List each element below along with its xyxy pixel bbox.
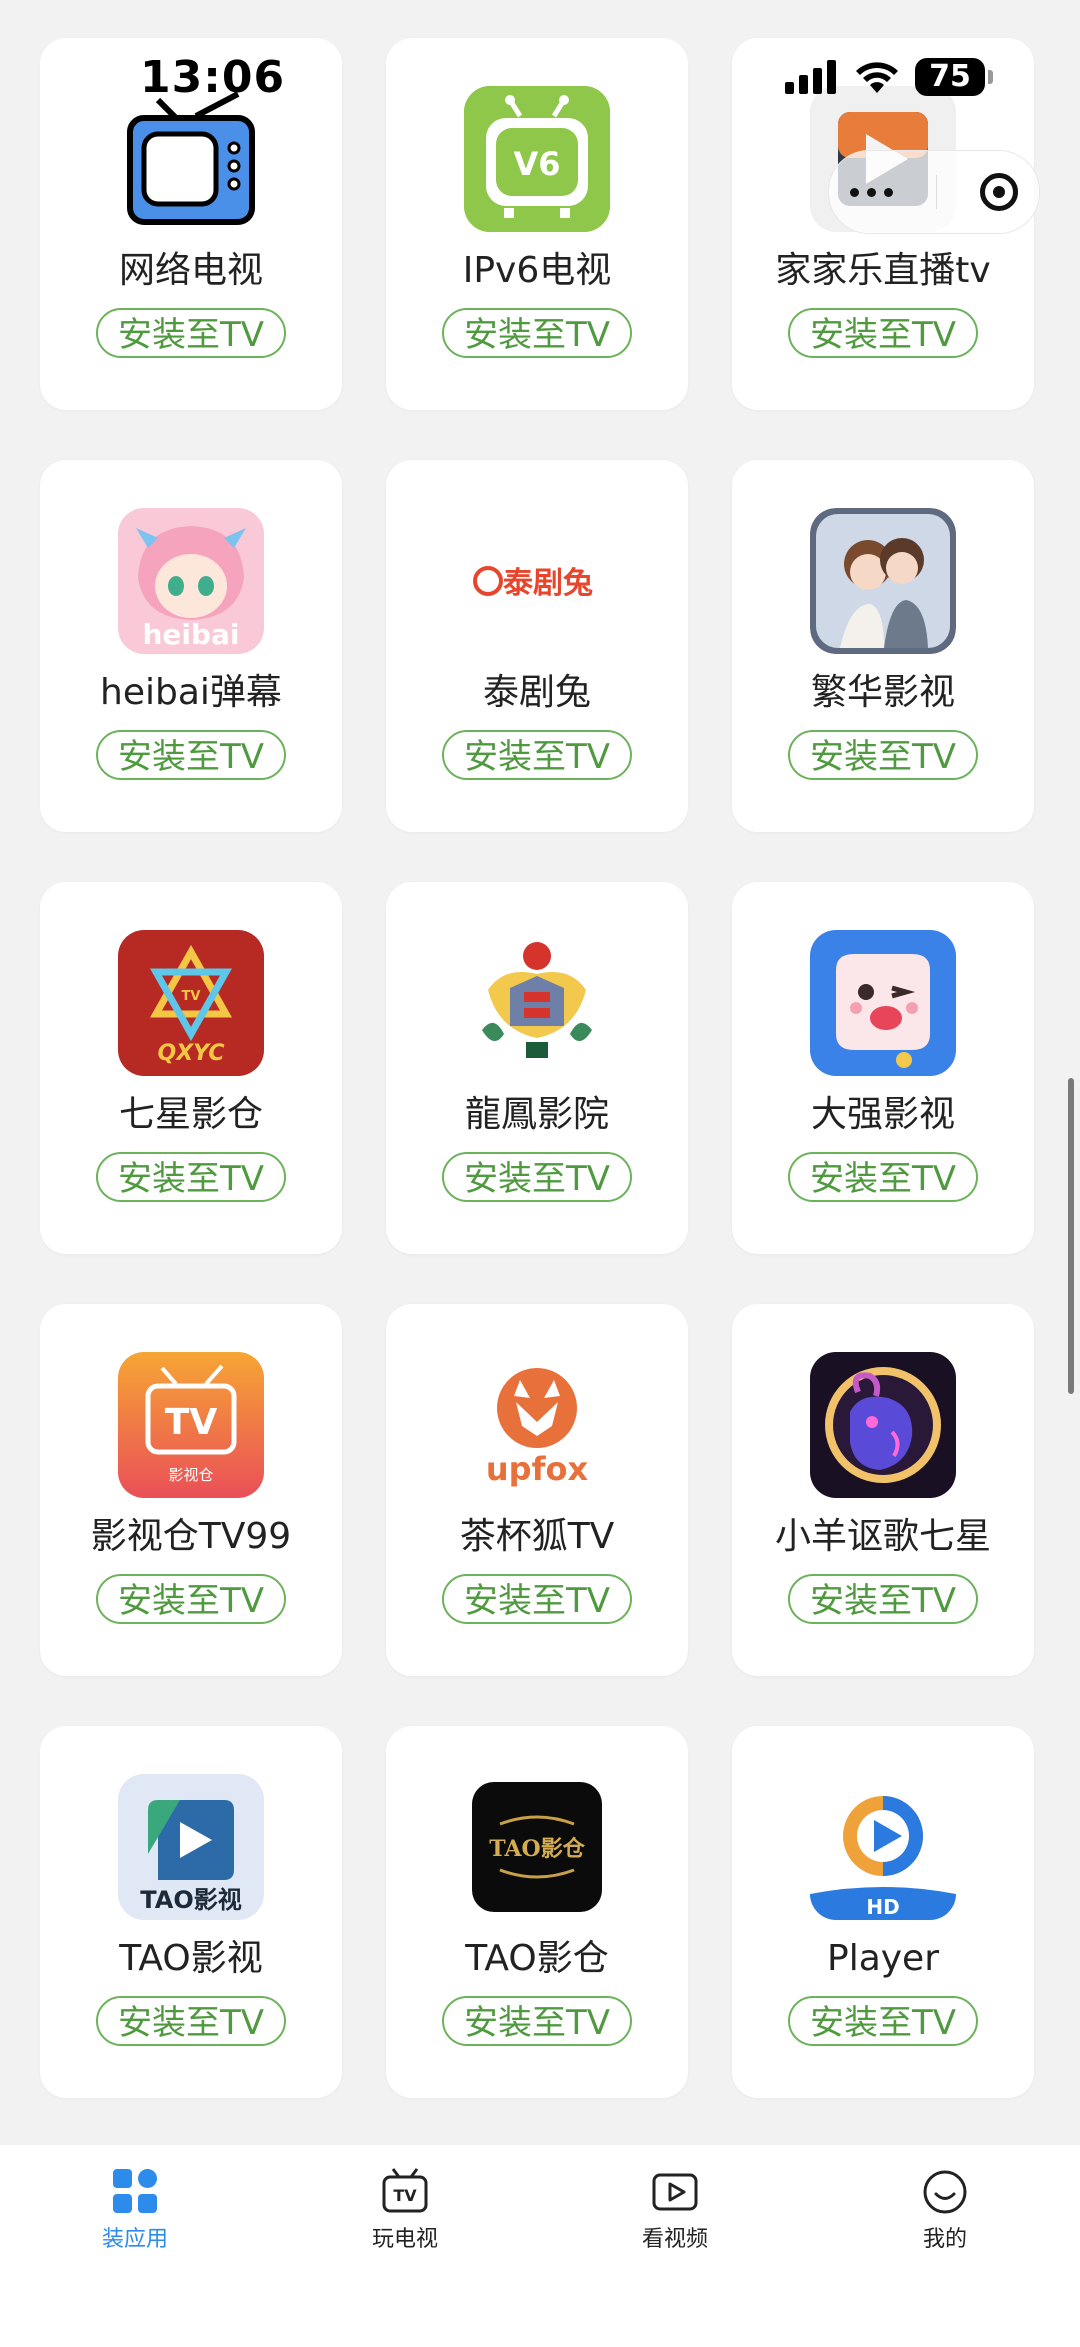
star-logo-icon: TV QXYC	[118, 930, 264, 1076]
svg-text:V6: V6	[513, 145, 560, 183]
svg-text:TAO影视: TAO影视	[140, 1886, 241, 1914]
mini-program-capsule	[828, 150, 1040, 234]
install-to-tv-button[interactable]: 安装至TV	[96, 1152, 286, 1202]
app-name: 繁华影视	[810, 672, 955, 713]
svg-text:泰剧兔: 泰剧兔	[503, 566, 593, 601]
tao-play-icon: TAO影视	[118, 1774, 264, 1920]
tv-icon: TV	[382, 2168, 428, 2213]
install-to-tv-button[interactable]: 安装至TV	[788, 308, 978, 358]
app-name: IPv6电视	[462, 250, 612, 291]
install-to-tv-button[interactable]: 安装至TV	[442, 1574, 632, 1624]
thai-drama-logo-icon: 泰剧兔	[464, 508, 610, 654]
app-grid: 网络电视 安装至TV V6 IPv6电视 安装至TV 家家乐直播tv 安装至TV…	[40, 38, 1040, 2098]
svg-text:TV: TV	[182, 989, 201, 1004]
install-to-tv-button[interactable]: 安装至TV	[442, 308, 632, 358]
app-name: 家家乐直播tv	[775, 250, 991, 291]
tab-watch-video[interactable]: 看视频	[540, 2145, 810, 2347]
app-name: 大强影视	[810, 1094, 955, 1135]
app-name: Player	[826, 1938, 940, 1979]
scrollbar[interactable]	[1068, 1078, 1074, 1394]
app-card[interactable]: HD Player 安装至TV	[732, 1726, 1034, 2098]
app-name: 网络电视	[118, 250, 263, 291]
video-play-icon	[652, 2173, 698, 2211]
svg-text:upfox: upfox	[486, 1450, 589, 1488]
app-card[interactable]: TV 影视仓 影视仓TV99 安装至TV	[40, 1304, 342, 1676]
app-card[interactable]: TAO影视 TAO影视 安装至TV	[40, 1726, 342, 2098]
svg-text:TV: TV	[165, 1402, 218, 1443]
bottom-tab-bar: 装应用 TV 玩电视 看视频 我的	[0, 2145, 1080, 2347]
app-card[interactable]: 龍鳳影院 安装至TV	[386, 882, 688, 1254]
app-card[interactable]: 繁华影视 安装至TV	[732, 460, 1034, 832]
app-card[interactable]: TV QXYC 七星影仓 安装至TV	[40, 882, 342, 1254]
app-card[interactable]: V6 IPv6电视 安装至TV	[386, 38, 688, 410]
cartoon-cube-icon	[810, 930, 956, 1076]
dragon-phoenix-icon	[464, 930, 610, 1076]
retro-tv-icon	[118, 86, 264, 232]
tab-install-apps[interactable]: 装应用	[0, 2145, 270, 2347]
tab-label: 玩电视	[371, 2227, 438, 2252]
tab-play-tv[interactable]: TV 玩电视	[270, 2145, 540, 2347]
hd-player-icon: HD	[810, 1774, 956, 1920]
svg-text:HD: HD	[866, 1895, 899, 1919]
app-card[interactable]: TAO影仓 TAO影仓 安装至TV	[386, 1726, 688, 2098]
svg-text:影视仓: 影视仓	[168, 1466, 213, 1484]
tab-label: 我的	[922, 2227, 967, 2252]
app-card[interactable]: heibai heibai弹幕 安装至TV	[40, 460, 342, 832]
install-to-tv-button[interactable]: 安装至TV	[96, 730, 286, 780]
app-card[interactable]: upfox 茶杯狐TV 安装至TV	[386, 1304, 688, 1676]
app-name: 泰剧兔	[482, 672, 591, 713]
close-record-icon[interactable]	[979, 173, 1018, 211]
couple-illustration-icon	[810, 508, 956, 654]
tab-label: 装应用	[101, 2227, 168, 2252]
tv-warehouse-icon: TV 影视仓	[118, 1352, 264, 1498]
install-to-tv-button[interactable]: 安装至TV	[442, 1996, 632, 2046]
goat-icon	[810, 1352, 956, 1498]
app-name: 小羊讴歌七星	[774, 1516, 991, 1557]
anime-girl-icon: heibai	[118, 508, 264, 654]
app-name: 七星影仓	[118, 1094, 263, 1135]
install-to-tv-button[interactable]: 安装至TV	[96, 1574, 286, 1624]
tao-gold-icon: TAO影仓	[464, 1774, 610, 1920]
install-to-tv-button[interactable]: 安装至TV	[788, 1996, 978, 2046]
install-to-tv-button[interactable]: 安装至TV	[442, 730, 632, 780]
app-card[interactable]: 小羊讴歌七星 安装至TV	[732, 1304, 1034, 1676]
svg-text:TAO影仓: TAO影仓	[489, 1836, 585, 1862]
app-name: 茶杯狐TV	[459, 1516, 615, 1557]
svg-text:QXYC: QXYC	[158, 1041, 225, 1066]
more-options-icon[interactable]	[850, 187, 894, 197]
app-name: heibai弹幕	[100, 672, 282, 713]
install-to-tv-button[interactable]: 安装至TV	[96, 1996, 286, 2046]
app-card[interactable]: 泰剧兔 泰剧兔 安装至TV	[386, 460, 688, 832]
install-to-tv-button[interactable]: 安装至TV	[788, 1574, 978, 1624]
app-card[interactable]: 网络电视 安装至TV	[40, 38, 342, 410]
install-to-tv-button[interactable]: 安装至TV	[442, 1152, 632, 1202]
tab-mine[interactable]: 我的	[810, 2145, 1080, 2347]
app-card[interactable]: 大强影视 安装至TV	[732, 882, 1034, 1254]
install-to-tv-button[interactable]: 安装至TV	[788, 730, 978, 780]
svg-text:heibai: heibai	[142, 618, 239, 651]
app-name: TAO影视	[119, 1938, 263, 1979]
app-name: 龍鳳影院	[464, 1094, 609, 1135]
tab-label: 看视频	[641, 2227, 708, 2252]
grid-apps-icon	[113, 2169, 157, 2213]
ipv6-tv-icon: V6	[464, 86, 610, 232]
install-to-tv-button[interactable]: 安装至TV	[96, 308, 286, 358]
install-to-tv-button[interactable]: 安装至TV	[788, 1152, 978, 1202]
smile-face-icon	[923, 2170, 967, 2214]
app-name: TAO影仓	[465, 1938, 609, 1979]
svg-text:TV: TV	[393, 2186, 417, 2205]
app-name: 影视仓TV99	[90, 1516, 292, 1557]
upfox-icon: upfox	[464, 1352, 610, 1498]
